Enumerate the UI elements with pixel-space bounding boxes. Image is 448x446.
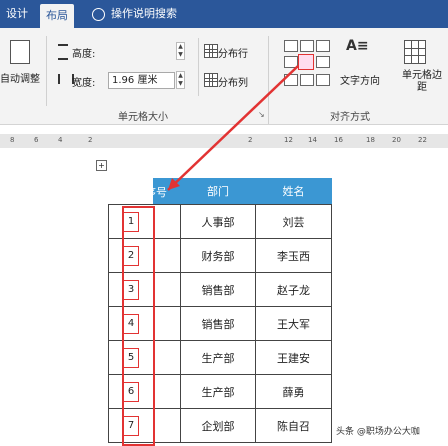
callout-arrow — [167, 65, 299, 191]
callout-arrow-line — [167, 65, 299, 191]
watermark: 头条 @职场办公大咖 — [336, 427, 420, 437]
